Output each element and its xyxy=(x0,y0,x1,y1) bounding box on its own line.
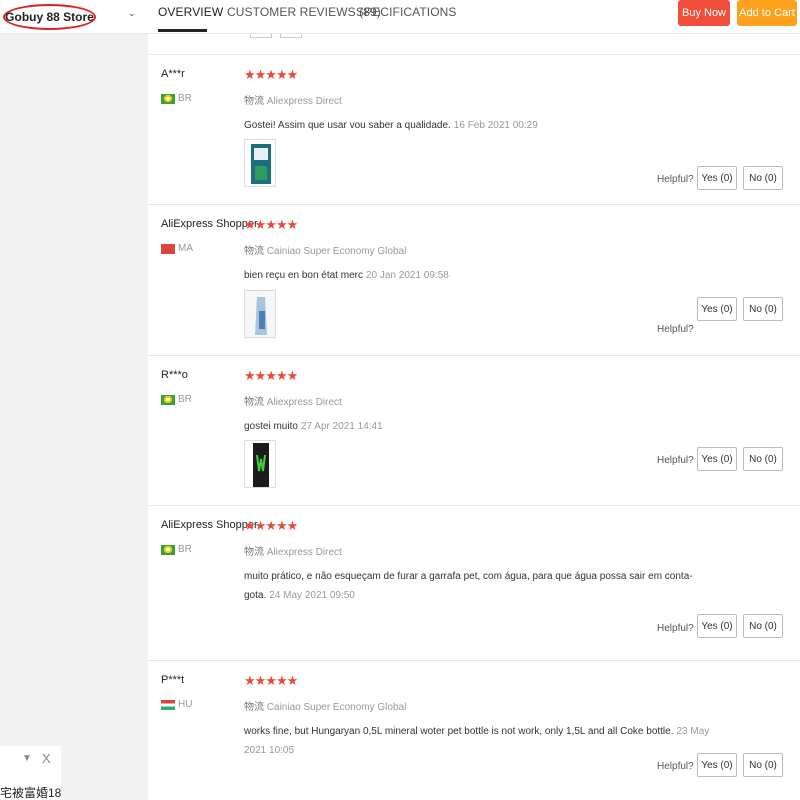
helpful-yes-button[interactable]: Yes (0) xyxy=(697,614,737,638)
reviews-list: A***r BR ★★★★★ 物流 Aliexpress Direct Gost… xyxy=(148,34,800,800)
star-rating: ★★★★★ xyxy=(244,673,298,688)
star-rating: ★★★★★ xyxy=(244,518,298,533)
shipping-prefix: 物流 xyxy=(244,547,264,558)
country-code: MA xyxy=(178,243,193,254)
shipping-method: 物流 Aliexpress Direct xyxy=(244,543,342,558)
store-name[interactable]: Gobuy 88 Store xyxy=(3,4,96,30)
review-photo-thumb[interactable] xyxy=(244,440,276,488)
morocco-flag-icon xyxy=(161,243,175,254)
review-date: 20 Jan 2021 09:58 xyxy=(365,270,449,281)
store-header: Gobuy 88 Store ⌄ xyxy=(0,0,148,34)
reviewer-country: BR xyxy=(161,93,192,104)
review-text: works fine, but Hungaryan 0,5L mineral w… xyxy=(244,722,714,760)
review-body: gostei muito xyxy=(244,421,298,432)
tab-overview[interactable]: OVERVIEW xyxy=(158,5,223,19)
ad-collapse-icon[interactable]: ▼ xyxy=(22,753,32,764)
helpful-yes-button[interactable]: Yes (0) xyxy=(697,166,737,190)
helpful-no-button[interactable]: No (0) xyxy=(743,447,783,471)
helpful-no-button[interactable]: No (0) xyxy=(743,753,783,777)
active-tab-indicator xyxy=(158,29,207,32)
helpful-yes-button[interactable]: Yes (0) xyxy=(697,753,737,777)
helpful-yes-button[interactable]: Yes (0) xyxy=(697,297,737,321)
shipping-prefix: 物流 xyxy=(244,397,264,408)
product-photo-icon xyxy=(251,144,271,184)
add-to-cart-button[interactable]: Add to Cart xyxy=(737,0,797,26)
shipping-method: 物流 Aliexpress Direct xyxy=(244,92,342,107)
review-date: 24 May 2021 09:50 xyxy=(269,590,355,601)
star-rating: ★★★★★ xyxy=(244,67,298,82)
review-text: bien reçu en bon état merc 20 Jan 2021 09… xyxy=(244,266,714,285)
reviewer-country: BR xyxy=(161,544,192,555)
country-code: BR xyxy=(178,394,192,405)
left-sidebar xyxy=(0,0,148,800)
review-body: Gostei! Assim que usar vou saber a quali… xyxy=(244,120,451,131)
product-tabs-bar: OVERVIEW CUSTOMER REVIEWS (89) SPECIFICA… xyxy=(148,0,800,34)
hungary-flag-icon xyxy=(161,699,175,710)
review-item: AliExpress Shopper MA ★★★★★ 物流 Cainiao S… xyxy=(148,204,800,355)
product-photo-icon xyxy=(253,443,269,487)
ad-close-icon[interactable]: X xyxy=(42,751,51,766)
reviewer-name: R***o xyxy=(161,369,188,381)
shipping-name: Aliexpress Direct xyxy=(266,547,342,558)
review-photo-thumb[interactable] xyxy=(244,139,276,187)
review-photo-thumb[interactable] xyxy=(280,34,302,38)
shipping-name: Aliexpress Direct xyxy=(266,397,342,408)
brazil-flag-icon xyxy=(161,93,175,104)
review-body: works fine, but Hungaryan 0,5L mineral w… xyxy=(244,726,674,737)
country-code: HU xyxy=(178,699,193,710)
reviewer-name: A***r xyxy=(161,68,185,80)
shipping-name: Cainiao Super Economy Global xyxy=(266,246,407,257)
review-date: 27 Apr 2021 14:41 xyxy=(300,421,383,432)
product-photo-icon xyxy=(245,291,275,337)
tab-specifications[interactable]: SPECIFICATIONS xyxy=(356,5,457,19)
helpful-label: Helpful? xyxy=(657,174,694,185)
review-text: Gostei! Assim que usar vou saber a quali… xyxy=(244,116,714,135)
shipping-name: Aliexpress Direct xyxy=(266,96,342,107)
shipping-method: 物流 Aliexpress Direct xyxy=(244,393,342,408)
floating-ad: ▼ X 宅被富婚18 xyxy=(0,746,61,800)
buy-now-button[interactable]: Buy Now xyxy=(678,0,730,26)
review-text: gostei muito 27 Apr 2021 14:41 xyxy=(244,417,714,436)
shipping-prefix: 物流 xyxy=(244,96,264,107)
review-item: A***r BR ★★★★★ 物流 Aliexpress Direct Gost… xyxy=(148,54,800,204)
reviewer-country: HU xyxy=(161,699,192,710)
review-body: bien reçu en bon état merc xyxy=(244,270,363,281)
helpful-label: Helpful? xyxy=(657,761,694,772)
helpful-label: Helpful? xyxy=(657,455,694,466)
brazil-flag-icon xyxy=(161,394,175,405)
helpful-no-button[interactable]: No (0) xyxy=(743,297,783,321)
chevron-down-icon[interactable]: ⌄ xyxy=(128,8,136,19)
ad-text[interactable]: 宅被富婚18 xyxy=(0,784,61,800)
review-item: P***t HU ★★★★★ 物流 Cainiao Super Economy … xyxy=(148,660,800,800)
brazil-flag-icon xyxy=(161,544,175,555)
reviewer-name: P***t xyxy=(161,674,185,686)
reviewer-country: BR xyxy=(161,394,192,405)
shipping-name: Cainiao Super Economy Global xyxy=(266,702,407,713)
review-text: muito prático, e não esqueçam de furar a… xyxy=(244,567,714,605)
shipping-prefix: 物流 xyxy=(244,246,264,257)
review-date: 16 Feb 2021 00:29 xyxy=(453,120,538,131)
review-photo-thumb[interactable] xyxy=(250,34,272,38)
shipping-prefix: 物流 xyxy=(244,702,264,713)
country-code: BR xyxy=(178,544,192,555)
helpful-label: Helpful? xyxy=(657,623,694,634)
shipping-method: 物流 Cainiao Super Economy Global xyxy=(244,698,406,713)
star-rating: ★★★★★ xyxy=(244,368,298,383)
review-item: R***o BR ★★★★★ 物流 Aliexpress Direct gost… xyxy=(148,355,800,505)
star-rating: ★★★★★ xyxy=(244,217,298,232)
review-item: AliExpress Shopper BR ★★★★★ 物流 Aliexpres… xyxy=(148,505,800,660)
country-code: BR xyxy=(178,93,192,104)
review-photo-thumb[interactable] xyxy=(244,290,276,338)
helpful-no-button[interactable]: No (0) xyxy=(743,614,783,638)
helpful-yes-button[interactable]: Yes (0) xyxy=(697,447,737,471)
helpful-label: Helpful? xyxy=(657,324,694,335)
helpful-no-button[interactable]: No (0) xyxy=(743,166,783,190)
previous-review-photos xyxy=(244,34,314,38)
reviewer-country: MA xyxy=(161,243,193,254)
shipping-method: 物流 Cainiao Super Economy Global xyxy=(244,242,406,257)
